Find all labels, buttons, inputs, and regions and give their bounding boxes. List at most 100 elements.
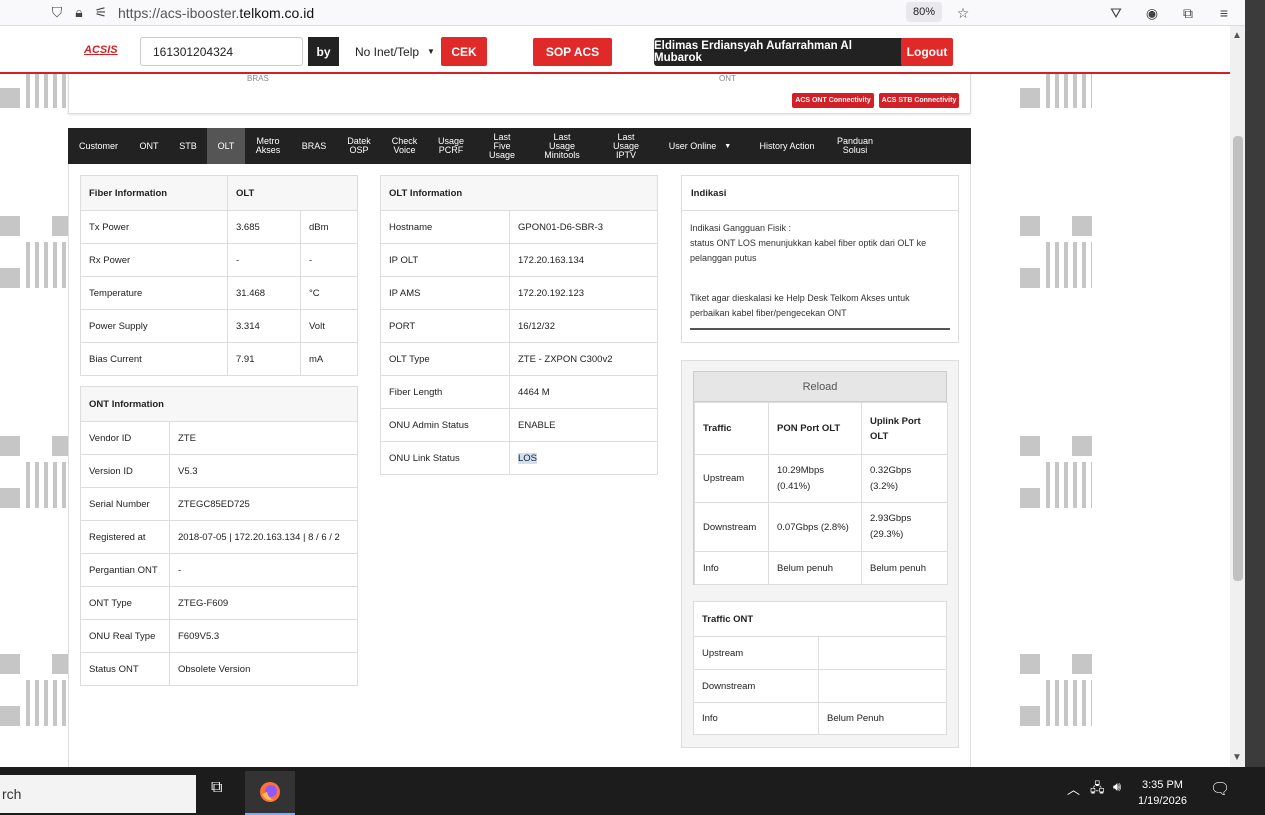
chevron-down-icon: ▼ <box>427 47 435 56</box>
tab-label: Datek OSP <box>347 137 371 155</box>
table-header: Traffic ONT <box>693 601 947 637</box>
table-row: Fiber Length 4464 M <box>380 375 658 409</box>
cell-label: Rx Power <box>80 243 228 277</box>
browser-toolbar: ⛉ 🔒︎ ⚟ https://acs-ibooster.telkom.co.id… <box>0 0 1245 26</box>
tab-user-online[interactable]: User Online ▼ <box>658 128 742 164</box>
tab-customer[interactable]: Customer <box>68 128 129 164</box>
permissions-icon[interactable]: ⚟ <box>90 2 112 24</box>
firefox-taskbar-button[interactable] <box>245 771 295 815</box>
scrollbar-thumb[interactable] <box>1233 136 1243 581</box>
reload-button[interactable]: Reload <box>694 372 946 402</box>
table-row: Upstream 10.29Mbps (0.41%) 0.32Gbps (3.2%) <box>694 454 948 503</box>
page-content: BRAS ONT ACS ONT Connectivity ACS STB Co… <box>0 26 1230 767</box>
acsis-logo[interactable]: ACSIS <box>84 44 118 56</box>
app-header: ACSIS 161301204324 by No Inet/Telp ▼ CEK … <box>0 26 1230 74</box>
task-view-icon[interactable]: ⧉ <box>211 779 222 797</box>
clock-time: 3:35 PM <box>1141 779 1183 791</box>
search-type-select[interactable]: No Inet/Telp ▼ <box>346 37 440 66</box>
address-bar[interactable]: https://acs-ibooster.telkom.co.id <box>118 5 314 21</box>
tab-last-five-usage[interactable]: Last Five Usage <box>474 128 530 164</box>
chevron-up-icon[interactable]: ︿ <box>1067 779 1080 798</box>
indikasi-panel: Indikasi Indikasi Gangguan Fisik : statu… <box>681 175 959 343</box>
tab-label-line2: Akses <box>255 145 281 155</box>
cell-value: LOS <box>509 441 658 475</box>
table-row: Tx Power 3.685 dBm <box>80 210 358 244</box>
tab-label: Last Usage Minitools <box>540 132 584 160</box>
cell-value: 31.468 <box>227 276 301 310</box>
olt-information-table: OLT Information Hostname GPON01-D6-SBR-3 … <box>380 175 658 475</box>
menu-icon[interactable]: ≡ <box>1213 2 1235 24</box>
taskbar-search-input[interactable]: rch <box>0 775 196 813</box>
table-row: Info Belum penuh Belum penuh <box>694 551 948 585</box>
notification-icon[interactable]: 🗨︎ <box>1210 779 1230 799</box>
table-header: Traffic <box>694 402 769 455</box>
table-row: Upstream <box>693 636 947 670</box>
cell-value: ZTE - ZXPON C300v2 <box>509 342 658 376</box>
tab-label: OLT <box>217 140 235 151</box>
cell-unit: dBm <box>300 210 358 244</box>
sop-acs-button[interactable]: SOP ACS <box>533 38 612 66</box>
lock-icon[interactable]: 🔒︎ <box>68 2 90 24</box>
tab-ont[interactable]: ONT <box>129 128 169 164</box>
tab-label: Metro Akses <box>256 137 281 155</box>
acs-stb-connectivity-button[interactable]: ACS STB Connectivity <box>879 93 959 108</box>
cell-label: Hostname <box>380 210 510 244</box>
logout-button[interactable]: Logout <box>901 38 953 66</box>
cell-label: ONU Link Status <box>380 441 510 475</box>
tab-label: Customer <box>78 140 118 151</box>
tab-bras[interactable]: BRAS <box>291 128 337 164</box>
cell-label: Power Supply <box>80 309 228 343</box>
cek-button[interactable]: CEK <box>441 37 487 66</box>
table-row: Bias Current 7.91 mA <box>80 342 358 376</box>
cell-label: PORT <box>380 309 510 343</box>
search-type-value: No Inet/Telp <box>355 44 420 59</box>
search-input[interactable]: 161301204324 <box>140 37 303 66</box>
cell-value: ZTE <box>169 421 358 455</box>
window-edge <box>1245 0 1265 815</box>
info-card: BRAS ONT ACS ONT Connectivity ACS STB Co… <box>68 74 971 114</box>
shield-icon[interactable]: ⛉ <box>46 2 68 24</box>
cell-value: - <box>169 553 358 587</box>
page-scrollbar[interactable]: ▲ ▼ <box>1230 26 1245 767</box>
network-icon[interactable]: 🖧︎ <box>1090 779 1105 801</box>
scroll-down-icon[interactable]: ▼ <box>1232 752 1242 763</box>
zoom-level-button[interactable]: 80% <box>906 2 942 22</box>
table-row: Version ID V5.3 <box>80 454 358 488</box>
tab-usage-pcrf[interactable]: Usage PCRF <box>428 128 474 164</box>
extensions-icon[interactable]: ⧉ <box>1177 2 1199 24</box>
tab-last-usage-minitools[interactable]: Last Usage Minitools <box>530 128 594 164</box>
account-icon[interactable]: ◉ <box>1141 2 1163 24</box>
table-row: ONT Type ZTEG-F609 <box>80 586 358 620</box>
tab-label-line2: IPTV <box>615 149 636 160</box>
bookmark-star-icon[interactable]: ☆ <box>952 2 974 24</box>
cell-value: 172.20.163.134 <box>509 243 658 277</box>
cell-value: ENABLE <box>509 408 658 442</box>
tab-last-usage-iptv[interactable]: Last Usage IPTV <box>594 128 658 164</box>
tab-label: User Online <box>668 140 717 151</box>
tab-metro-akses[interactable]: Metro Akses <box>245 128 291 164</box>
tab-datek-osp[interactable]: Datek OSP <box>337 128 381 164</box>
volume-icon[interactable]: 🔊︎ <box>1113 779 1121 795</box>
tab-olt[interactable]: OLT <box>207 128 245 164</box>
cell-value <box>818 669 947 703</box>
tab-label: Check Voice <box>392 137 418 155</box>
tab-history-action[interactable]: History Action <box>742 128 832 164</box>
indikasi-body: Indikasi Gangguan Fisik : status ONT LOS… <box>682 211 958 330</box>
tab-label: ONT <box>139 140 159 151</box>
tab-label-line2: Voice <box>393 145 416 155</box>
table-row: Hostname GPON01-D6-SBR-3 <box>380 210 658 244</box>
pocket-icon[interactable]: ⛛ <box>1105 2 1127 24</box>
tab-panduan-solusi[interactable]: Panduan Solusi <box>832 128 878 164</box>
cell-label: Serial Number <box>80 487 170 521</box>
scroll-up-icon[interactable]: ▲ <box>1232 30 1242 41</box>
tab-stb[interactable]: STB <box>169 128 207 164</box>
tab-label: Usage PCRF <box>438 137 464 155</box>
acs-ont-connectivity-button[interactable]: ACS ONT Connectivity <box>792 93 874 108</box>
ghost-label-ont: ONT <box>719 74 736 83</box>
cell-label: ONT Type <box>80 586 170 620</box>
taskbar-clock[interactable]: 3:35 PM 1/19/2026 <box>1138 777 1187 809</box>
tab-label-line1: Last Usage <box>612 131 639 151</box>
cell-value: 0.07Gbps (2.8%) <box>768 502 862 552</box>
table-row: Temperature 31.468 °C <box>80 276 358 310</box>
tab-check-voice[interactable]: Check Voice <box>381 128 428 164</box>
